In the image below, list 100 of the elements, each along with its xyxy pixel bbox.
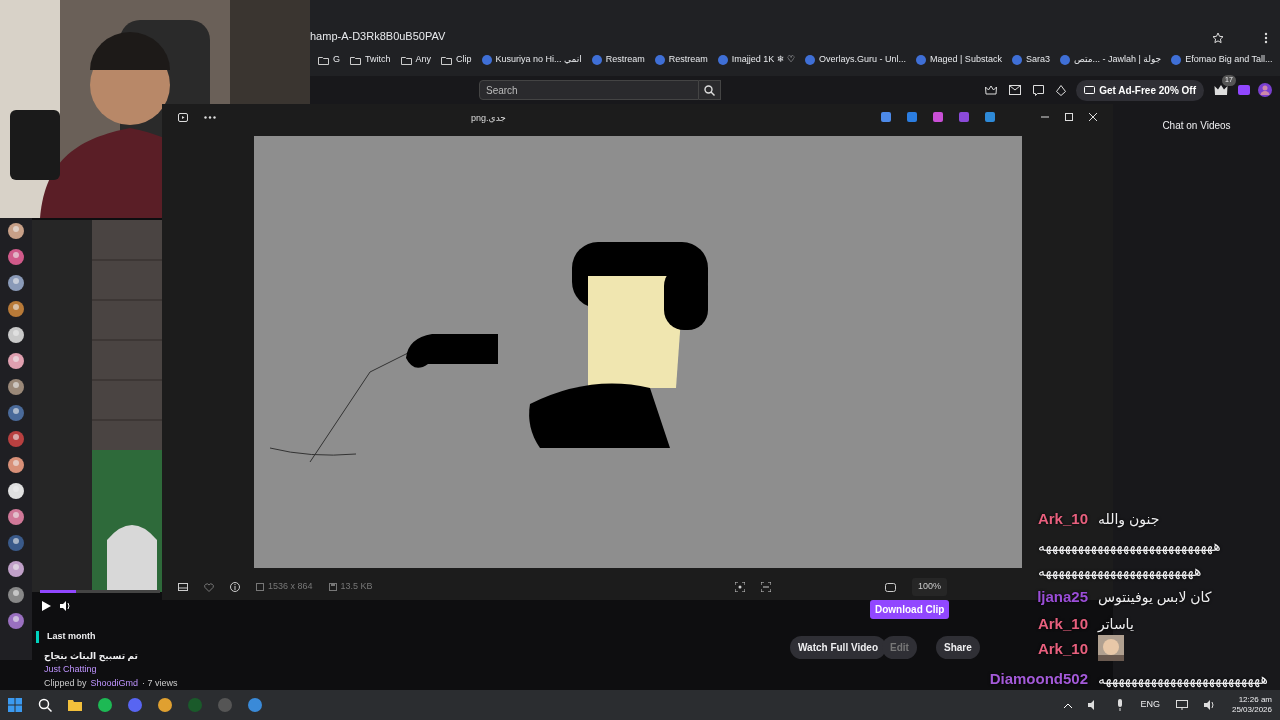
clock-date[interactable]: 25/03/2026 bbox=[1231, 705, 1272, 715]
caret-icon[interactable] bbox=[1064, 702, 1073, 708]
chat-username: Diamoond502 bbox=[989, 669, 1088, 689]
clip-button[interactable]: Watch Full Video bbox=[790, 636, 886, 659]
avatar-icon[interactable] bbox=[7, 378, 25, 396]
site-icon[interactable] bbox=[1011, 55, 1022, 65]
avatar-icon[interactable] bbox=[7, 534, 25, 552]
app-icon[interactable] bbox=[907, 112, 917, 122]
avatar-icon[interactable] bbox=[7, 222, 25, 240]
site-icon[interactable] bbox=[654, 55, 665, 65]
promo-button[interactable]: Get Ad-Free 20% Off bbox=[1076, 79, 1204, 101]
avatar-icon[interactable] bbox=[7, 274, 25, 292]
extension-icon[interactable] bbox=[1238, 85, 1250, 95]
app-icon[interactable] bbox=[881, 112, 891, 122]
view-count: · 7 views bbox=[142, 676, 178, 690]
folder-icon[interactable] bbox=[400, 55, 412, 65]
clip-button[interactable]: Share bbox=[936, 636, 980, 659]
mail-icon[interactable] bbox=[1009, 85, 1022, 95]
app-icon[interactable] bbox=[985, 112, 995, 122]
avatar-icon[interactable] bbox=[7, 404, 25, 422]
bookmark-link[interactable]: Restream bbox=[668, 53, 708, 67]
file-size: 13.5 KB bbox=[340, 580, 373, 594]
avatar-icon[interactable] bbox=[7, 508, 25, 526]
avatar-icon[interactable] bbox=[7, 456, 25, 474]
image-icon bbox=[256, 583, 264, 591]
avatar-icon[interactable] bbox=[7, 482, 25, 500]
bookmark-link[interactable]: Twitch bbox=[365, 53, 391, 67]
category-link[interactable]: Just Chatting bbox=[44, 663, 178, 677]
close-icon[interactable] bbox=[1089, 113, 1097, 121]
gem-icon[interactable] bbox=[1056, 84, 1067, 96]
site-icon[interactable] bbox=[481, 55, 492, 65]
music-icon[interactable] bbox=[98, 698, 112, 712]
bookmark-link[interactable]: Any bbox=[415, 53, 432, 67]
heart-icon[interactable] bbox=[204, 582, 214, 592]
microphone-icon[interactable] bbox=[1116, 699, 1125, 711]
maximize-icon[interactable] bbox=[1065, 113, 1073, 121]
clock-time[interactable]: 12:26 am bbox=[1238, 695, 1272, 705]
star-icon[interactable] bbox=[1212, 32, 1224, 44]
avatar-icon[interactable] bbox=[7, 612, 25, 630]
bookmark-link[interactable]: Kusuriya no Hi... انمي bbox=[495, 53, 582, 67]
site-icon[interactable] bbox=[1171, 55, 1182, 65]
clip-title: تم تسبيح البناث بنجاح bbox=[44, 649, 139, 663]
avatar-icon[interactable] bbox=[7, 352, 25, 370]
site-icon[interactable] bbox=[805, 55, 815, 65]
bookmark-link[interactable]: Overlays.Guru - Unl... bbox=[819, 53, 906, 67]
site-icon[interactable] bbox=[916, 55, 926, 65]
info-icon[interactable] bbox=[230, 582, 240, 592]
avatar-icon[interactable] bbox=[7, 430, 25, 448]
filmstrip-icon[interactable] bbox=[178, 583, 188, 591]
network-icon[interactable] bbox=[1175, 700, 1188, 710]
bookmark-link[interactable]: Sara3 bbox=[1025, 53, 1050, 67]
chat-message: كان لابس يوفينتوس bbox=[1098, 588, 1212, 608]
avatar-icon[interactable] bbox=[7, 326, 25, 344]
folder-icon[interactable] bbox=[318, 55, 329, 65]
folder-icon[interactable] bbox=[68, 699, 82, 711]
bookmark-link[interactable]: G bbox=[333, 53, 340, 67]
bookmark-link[interactable]: Imajjed 1K ❄ ♡ bbox=[731, 53, 795, 67]
search-button[interactable] bbox=[699, 80, 721, 100]
search-icon[interactable] bbox=[38, 698, 52, 712]
minimize-icon[interactable] bbox=[1041, 113, 1049, 121]
bookmark-link[interactable]: Restream bbox=[605, 53, 645, 67]
fit-icon[interactable] bbox=[884, 582, 896, 592]
bookmark-link[interactable]: Maged | Substack bbox=[930, 53, 1002, 67]
volume-icon[interactable] bbox=[60, 601, 70, 611]
chat-icon[interactable] bbox=[1033, 84, 1045, 96]
folder-icon[interactable] bbox=[350, 55, 361, 65]
search-field[interactable]: Search bbox=[479, 80, 699, 100]
start-icon[interactable] bbox=[8, 698, 22, 712]
crown-icon[interactable] bbox=[985, 85, 998, 95]
avatar-icon[interactable] bbox=[7, 300, 25, 318]
bookmark-link[interactable]: Efomao Big and Tall... bbox=[1185, 53, 1273, 67]
chat-username: Ark_10 bbox=[1037, 639, 1088, 659]
folder-icon[interactable] bbox=[441, 55, 453, 65]
clipper-link[interactable]: ShoodiGmd bbox=[90, 676, 139, 690]
crown-icon[interactable] bbox=[1214, 84, 1228, 96]
site-icon[interactable] bbox=[1059, 55, 1070, 65]
browser-icon[interactable] bbox=[158, 698, 172, 712]
app-icon[interactable] bbox=[933, 112, 943, 122]
avatar-icon[interactable] bbox=[7, 248, 25, 266]
avatar-icon[interactable] bbox=[1258, 83, 1272, 97]
speaker-icon[interactable] bbox=[1203, 700, 1216, 710]
menu-icon[interactable] bbox=[1264, 32, 1268, 44]
play-icon[interactable] bbox=[42, 601, 51, 611]
zoom-dropdown[interactable]: 100% bbox=[911, 578, 947, 596]
clipped-by-label: Clipped by bbox=[44, 676, 87, 690]
chat-message: هههههههههههههههههههههههههه bbox=[1098, 670, 1268, 690]
avatar-icon[interactable] bbox=[7, 560, 25, 578]
photos-icon[interactable] bbox=[248, 698, 262, 712]
scan-icon[interactable] bbox=[760, 582, 771, 592]
crop-icon[interactable] bbox=[734, 582, 745, 592]
clip-button[interactable]: Download Clip bbox=[870, 600, 950, 619]
avatar-icon[interactable] bbox=[7, 586, 25, 604]
chat-message: هههههههههههههههههههههههههههه bbox=[1038, 537, 1221, 557]
panel-title: Chat on Videos bbox=[1162, 120, 1231, 131]
address-text[interactable]: hamp-A-D3Rk8B0uB50PAV bbox=[310, 27, 446, 44]
language-indicator[interactable]: ENG bbox=[1140, 698, 1160, 712]
bookmark-link[interactable]: متص... - Jawlah | جولة bbox=[1073, 53, 1162, 67]
site-icon[interactable] bbox=[591, 55, 602, 65]
bookmark-link[interactable]: Clip bbox=[456, 53, 472, 67]
site-icon[interactable] bbox=[717, 55, 728, 65]
